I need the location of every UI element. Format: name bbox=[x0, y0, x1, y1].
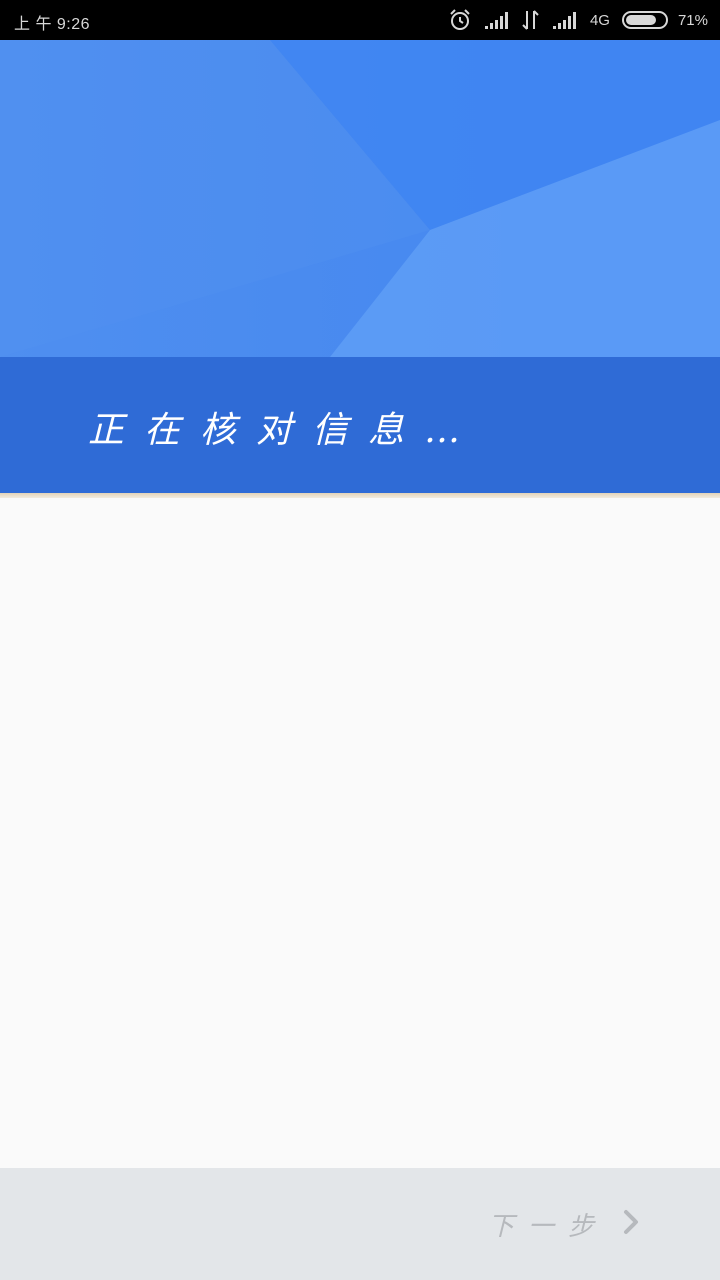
signal-icon-2 bbox=[552, 10, 578, 30]
next-step-button[interactable]: 下一步 bbox=[488, 1204, 640, 1244]
signal-icon bbox=[484, 10, 510, 30]
data-transfer-icon bbox=[522, 9, 540, 31]
battery-percent: 71% bbox=[677, 11, 708, 29]
header-shapes bbox=[0, 40, 720, 357]
status-message: 正在核对信息… bbox=[88, 410, 481, 451]
header-background bbox=[0, 40, 720, 357]
battery-icon bbox=[621, 10, 670, 30]
next-step-label: 下一步 bbox=[487, 1211, 608, 1242]
status-banner: 正在核对信息… bbox=[0, 357, 720, 493]
alarm-icon bbox=[448, 8, 472, 32]
network-type: 4G bbox=[589, 11, 610, 29]
bottom-bar: 下一步 bbox=[0, 1168, 720, 1280]
status-bar: 上 午 9:26 4G 71% bbox=[0, 0, 720, 40]
content-area bbox=[0, 498, 720, 1168]
status-time: 上 午 9:26 bbox=[14, 16, 91, 33]
status-icons: 4G 71% bbox=[448, 0, 708, 40]
chevron-right-icon bbox=[622, 1209, 640, 1239]
